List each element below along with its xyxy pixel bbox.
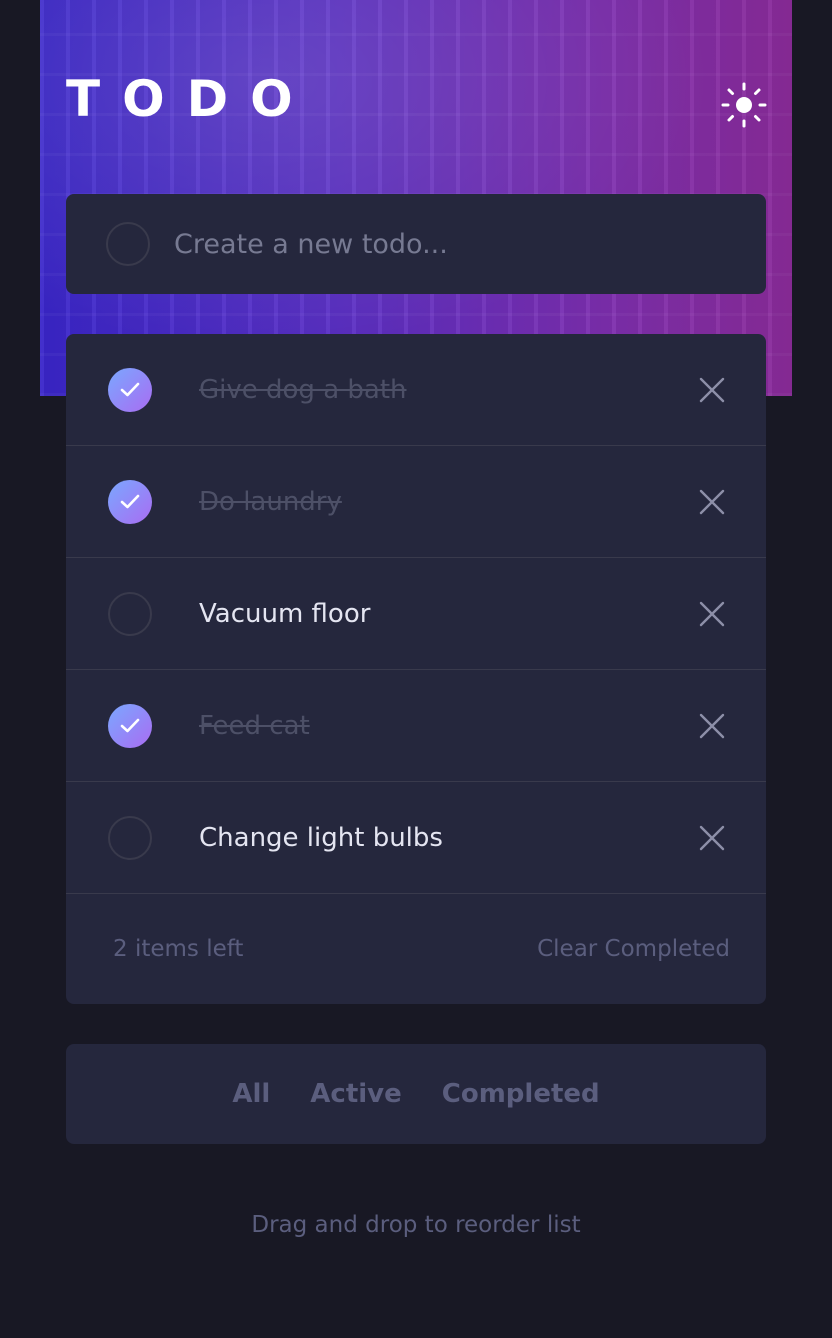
todo-checkbox[interactable] <box>108 815 152 860</box>
todo-checkbox[interactable] <box>108 591 152 636</box>
todo-checkbox[interactable] <box>108 703 152 748</box>
todo-item[interactable]: Give dog a bath <box>66 334 766 446</box>
todo-text: Give dog a bath <box>199 374 407 405</box>
todo-text: Feed cat <box>199 710 310 741</box>
delete-todo-button[interactable] <box>692 818 732 858</box>
new-todo-checkbox[interactable] <box>106 222 150 266</box>
close-icon <box>699 713 725 738</box>
sun-icon <box>721 82 767 128</box>
app-title: TODO <box>66 70 315 128</box>
todo-checkbox[interactable] <box>108 479 152 524</box>
todo-item[interactable]: Change light bulbs <box>66 782 766 894</box>
delete-todo-button[interactable] <box>692 594 732 634</box>
check-icon <box>120 718 140 732</box>
clear-completed-button[interactable]: Clear Completed <box>537 936 730 962</box>
new-todo-bar <box>66 194 766 294</box>
close-icon <box>699 825 725 850</box>
reorder-hint: Drag and drop to reorder list <box>251 1212 581 1238</box>
close-icon <box>699 601 725 626</box>
check-icon <box>120 494 140 508</box>
todo-text: Vacuum floor <box>199 598 371 629</box>
todo-checkbox[interactable] <box>108 367 152 412</box>
filter-active[interactable]: Active <box>310 1079 401 1109</box>
delete-todo-button[interactable] <box>692 370 732 410</box>
items-left-count: 2 items left <box>113 936 244 962</box>
filter-bar: All Active Completed <box>66 1044 766 1144</box>
filter-completed[interactable]: Completed <box>442 1079 600 1109</box>
new-todo-input[interactable] <box>174 228 694 260</box>
todo-list: Give dog a bath Do laundry Vacuum floor … <box>66 334 766 1004</box>
close-icon <box>699 377 725 402</box>
todo-text: Change light bulbs <box>199 822 443 853</box>
filter-all[interactable]: All <box>232 1079 270 1109</box>
todo-text: Do laundry <box>199 486 342 517</box>
close-icon <box>699 489 725 514</box>
todo-item[interactable]: Do laundry <box>66 446 766 558</box>
theme-toggle-button[interactable] <box>720 82 768 128</box>
list-footer: 2 items left Clear Completed <box>66 894 766 1004</box>
delete-todo-button[interactable] <box>692 482 732 522</box>
check-icon <box>120 382 140 396</box>
delete-todo-button[interactable] <box>692 706 732 746</box>
todo-item[interactable]: Feed cat <box>66 670 766 782</box>
todo-item[interactable]: Vacuum floor <box>66 558 766 670</box>
